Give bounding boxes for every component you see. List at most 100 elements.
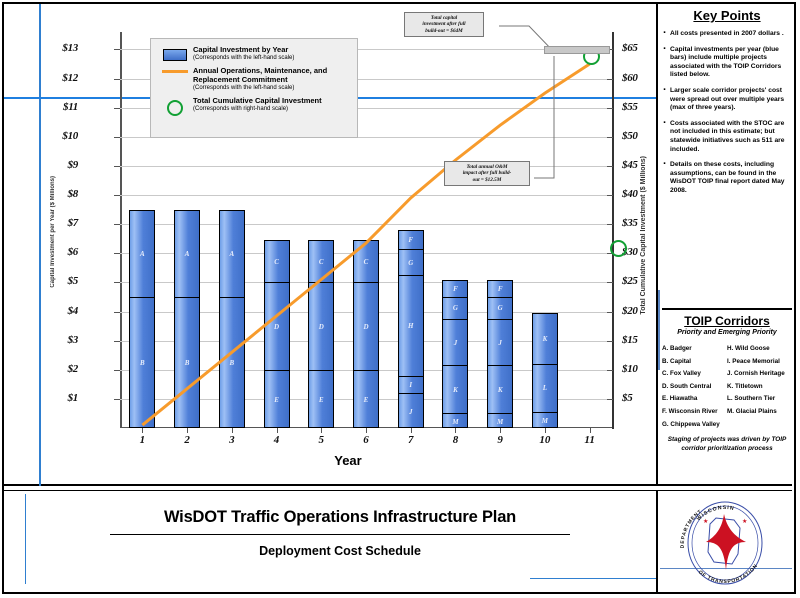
key-point-item: Details on these costs, including assump… bbox=[662, 160, 792, 195]
svg-text:DEPARTMENT: DEPARTMENT bbox=[680, 509, 704, 549]
y-tickmark-right bbox=[607, 340, 613, 342]
bar-segment-label: K bbox=[497, 385, 503, 394]
gridline bbox=[120, 195, 612, 197]
bar-segment: J bbox=[443, 320, 468, 367]
plan-subtitle: Deployment Cost Schedule bbox=[259, 544, 421, 558]
bar-segment: D bbox=[309, 283, 334, 371]
bar-segment: M bbox=[443, 414, 467, 429]
x-tickmark bbox=[589, 428, 591, 433]
stacked-bar: F G J K M bbox=[442, 279, 469, 429]
bar-segment-label: G bbox=[497, 304, 503, 313]
cumulative-end-bar bbox=[544, 46, 610, 54]
legend-title: Total Cumulative Capital Investment bbox=[193, 96, 322, 105]
y-tickmark-right bbox=[607, 78, 613, 80]
bar-segment: E bbox=[265, 371, 289, 429]
x-axis-label: Year bbox=[334, 453, 362, 468]
bar-segment-label: M bbox=[541, 416, 549, 425]
bar-segment: H bbox=[398, 276, 423, 377]
chart-legend: Capital Investment by Year (Corresponds … bbox=[150, 38, 358, 138]
y-tick-right: $35 bbox=[622, 217, 638, 230]
drawing-sheet: $1 $2 $3 $4 $5 $6 $7 $8 $9 $10 $11 $12 $13 $5 $10 $15 $2… bbox=[0, 0, 800, 598]
toip-corridor-item: K. Titletown bbox=[727, 382, 763, 390]
toip-footnote: Staging of projects was driven by TOIP c… bbox=[667, 436, 787, 452]
y-tick-right: $65 bbox=[622, 42, 638, 55]
bar-segment-label: M bbox=[497, 417, 504, 426]
bar-segment-label: J bbox=[408, 407, 413, 416]
stacked-bar: AB bbox=[129, 209, 156, 428]
bar-segment-label: G bbox=[408, 258, 414, 267]
orange-line-icon bbox=[157, 66, 193, 73]
horizontal-divider bbox=[4, 484, 792, 486]
bar-segment: F bbox=[398, 231, 423, 250]
y-tick-left: $12 bbox=[62, 71, 78, 84]
bar-segment-label: G bbox=[452, 304, 458, 313]
y-tick-right: $15 bbox=[622, 333, 638, 346]
bar-segment-label: H bbox=[407, 321, 414, 330]
deployment-cost-chart: $1 $2 $3 $4 $5 $6 $7 $8 $9 $10 $11 $12 $13 $5 $10 $15 $2… bbox=[44, 6, 652, 476]
y-tickmark-right bbox=[607, 224, 613, 226]
bar-segment-label: M bbox=[452, 417, 459, 426]
legend-note: (Corresponds with the left-hand scale) bbox=[193, 55, 295, 61]
bar-segment: E bbox=[309, 371, 333, 429]
legend-title: Capital Investment by Year bbox=[193, 45, 289, 54]
bar-segment: J bbox=[399, 394, 423, 429]
bar-segment: L bbox=[532, 365, 557, 413]
guide-line-vertical bbox=[39, 4, 41, 486]
bar-segment: C bbox=[264, 241, 289, 284]
y-tickmark-left bbox=[114, 107, 120, 109]
bar-segment-label: F bbox=[497, 284, 503, 293]
y-tick-left: $2 bbox=[67, 362, 79, 375]
toip-corridor-item: B. Capital bbox=[662, 357, 692, 365]
bar-segment-label: B bbox=[229, 359, 235, 368]
bar-segment-label: E bbox=[318, 395, 324, 404]
toip-corridor-item: A. Badger bbox=[662, 345, 692, 352]
y-tickmark-left bbox=[114, 224, 120, 226]
bar-segment-label: B bbox=[184, 359, 190, 368]
key-point-item: All costs presented in 2007 dollars . bbox=[662, 29, 792, 39]
bar-segment-label: A bbox=[229, 249, 235, 258]
y-tick-left: $6 bbox=[67, 246, 79, 259]
y-tickmark-left bbox=[114, 195, 120, 197]
x-tick-label: 7 bbox=[407, 434, 414, 446]
guide-line-right-panel bbox=[658, 290, 660, 370]
y-tick-right: $10 bbox=[622, 362, 638, 375]
bar-segment: A bbox=[175, 211, 200, 298]
y-tickmark-left bbox=[114, 78, 120, 80]
toip-corridor-item: E. Hiawatha bbox=[662, 395, 698, 403]
bar-segment-label: F bbox=[408, 235, 414, 244]
y-tick-left: $8 bbox=[67, 188, 79, 201]
key-point-item: Larger scale corridor projects' cost wer… bbox=[662, 86, 792, 113]
capital-callout: Total capital investment after full buil… bbox=[404, 12, 484, 38]
legend-item-om: Annual Operations, Maintenance, and Repl… bbox=[157, 66, 351, 92]
bar-segment-label: F bbox=[453, 284, 458, 293]
stacked-bar: AB bbox=[174, 209, 201, 428]
bar-segment: C bbox=[354, 241, 378, 284]
toip-left-column: A. Badger B. Capital C. Fox Valley D. South… bbox=[662, 343, 727, 431]
y-tick-right: $55 bbox=[622, 100, 638, 113]
right-axis-title: Total Cumulative Capital Investment ($ M… bbox=[640, 156, 647, 315]
y-tickmark-right bbox=[607, 282, 613, 284]
bar-segment-label: I bbox=[409, 380, 413, 389]
bar-segment: G bbox=[398, 250, 423, 277]
guide-line-titleblock bbox=[25, 494, 26, 584]
y-tickmark-left bbox=[114, 369, 120, 371]
gridline bbox=[120, 165, 612, 167]
om-callout: Total annual O&M impact after full build… bbox=[444, 161, 530, 187]
y-tick-left: $4 bbox=[67, 304, 79, 317]
bar-segment: D bbox=[264, 283, 289, 371]
right-info-panel: Key Points All costs presented in 2007 d… bbox=[662, 8, 792, 482]
y-tickmark-left bbox=[114, 398, 120, 400]
left-axis-title: Capital Investment per Year ($ Millions) bbox=[50, 176, 56, 288]
stacked-bar: C D E bbox=[308, 240, 335, 429]
toip-corridors-block: TOIP Corridors Priority and Emerging Pri… bbox=[662, 314, 792, 453]
y-tickmark-left bbox=[114, 165, 120, 167]
legend-title: Annual Operations, Maintenance, and Repl… bbox=[193, 66, 328, 84]
bar-segment: K bbox=[488, 366, 513, 415]
bar-segment: M bbox=[533, 413, 557, 429]
y-tick-left: $10 bbox=[62, 129, 78, 142]
key-points-title: Key Points bbox=[693, 8, 761, 23]
toip-title: TOIP Corridors bbox=[684, 314, 770, 328]
y-tick-right: $5 bbox=[622, 391, 633, 404]
x-tick-label: 4 bbox=[273, 434, 280, 446]
bar-segment-label: D bbox=[363, 322, 369, 331]
